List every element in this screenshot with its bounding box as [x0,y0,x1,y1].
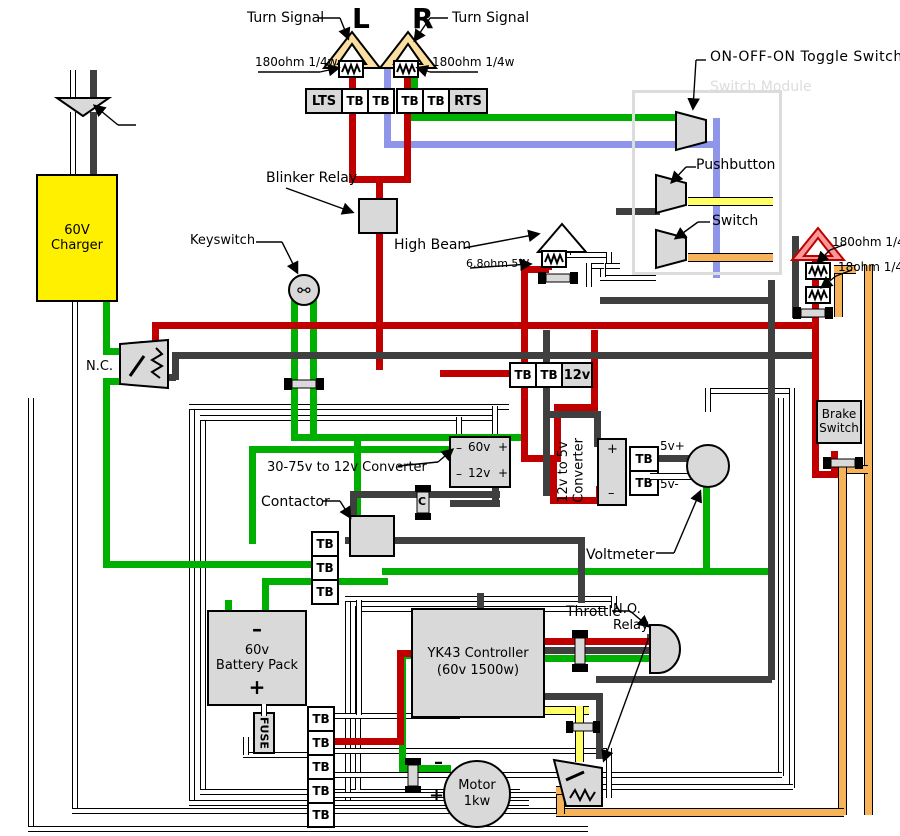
wiring-diagram-canvas: Switch Module 60V Charger N.C. ⚯ Keyswit… [0,0,900,836]
leader-lines [92,17,853,763]
